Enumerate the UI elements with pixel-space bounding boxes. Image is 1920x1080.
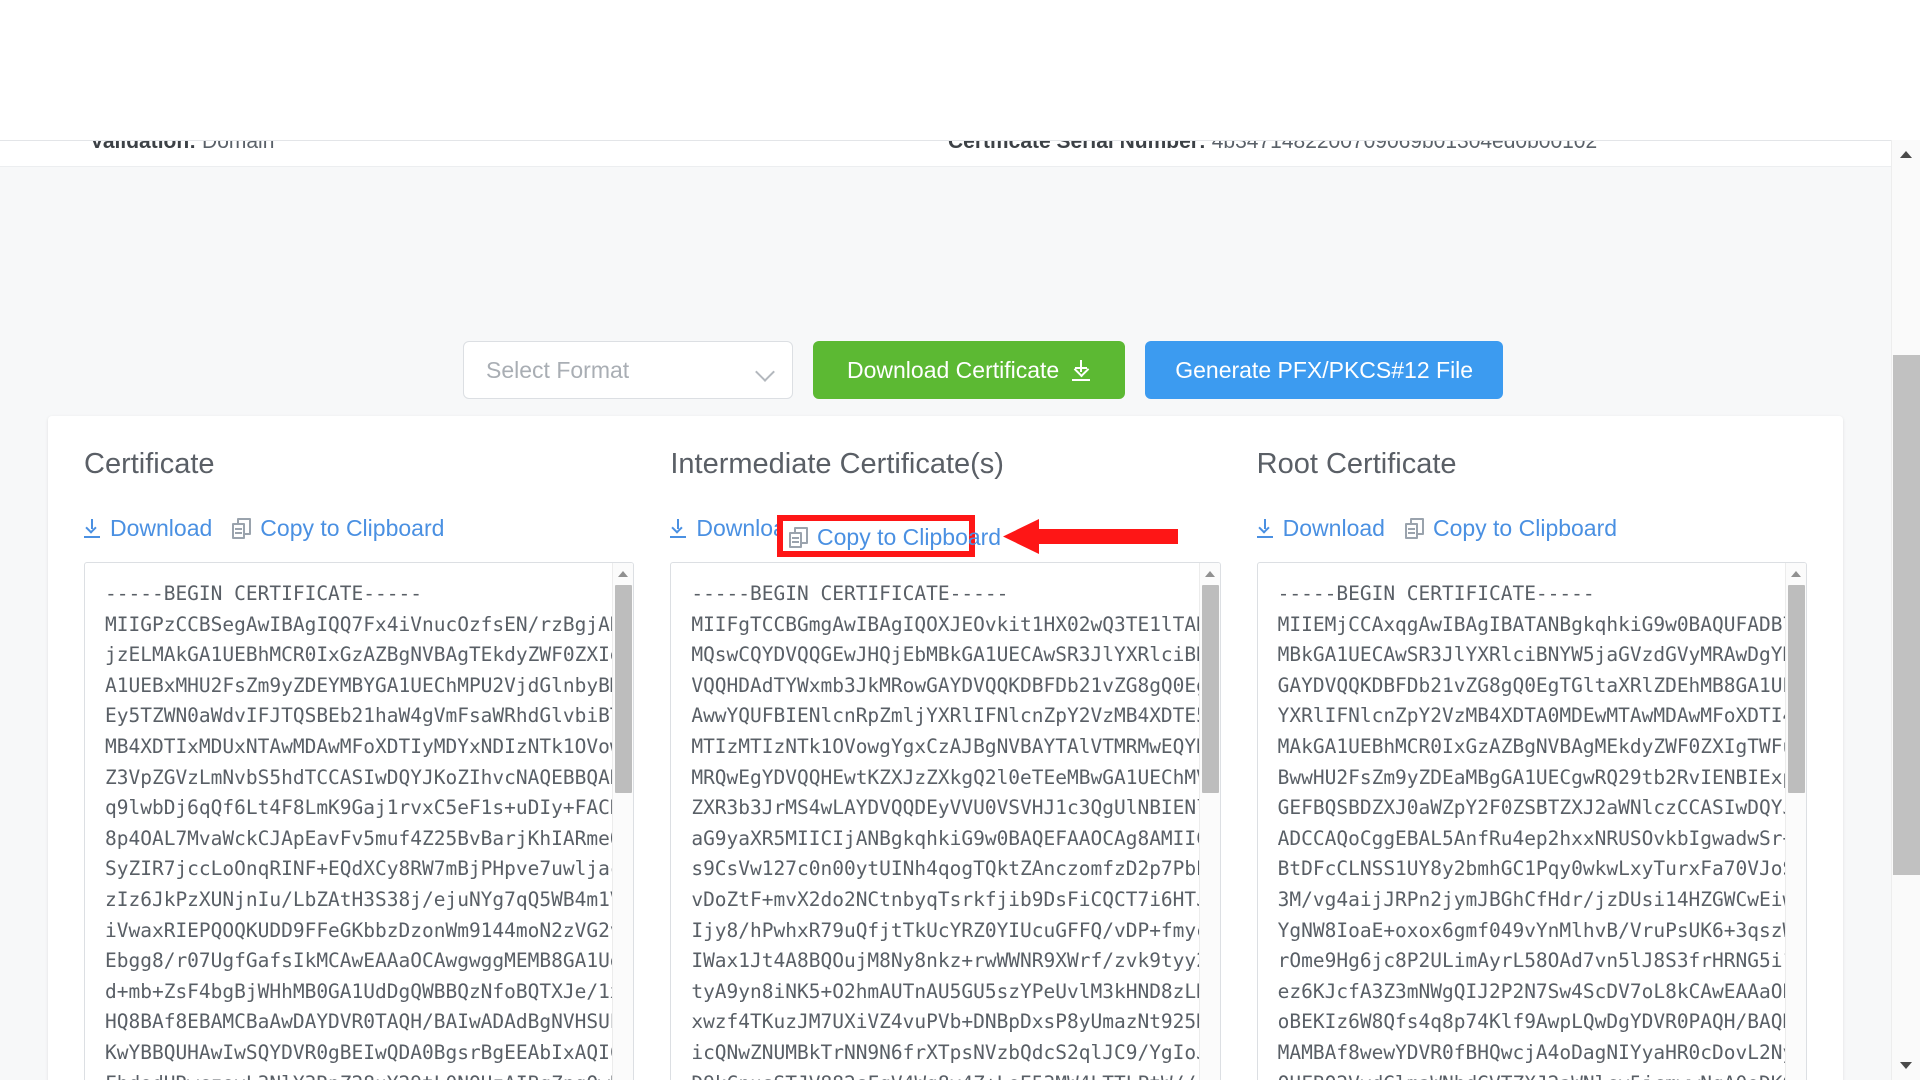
download-icon (670, 518, 687, 538)
annotation-target-label: Copy to Clipboard (817, 524, 1002, 550)
certificate-textarea-scrollbar[interactable] (612, 563, 634, 1080)
serial-number-info: Certificate Serial Number: 4b34714822007… (948, 141, 1597, 154)
download-icon (1071, 359, 1091, 381)
chevron-down-icon (756, 365, 774, 375)
column-title-root: Root Certificate (1256, 448, 1457, 480)
column-title-certificate: Certificate (84, 448, 215, 480)
validation-info: Validation: Domain (90, 141, 274, 154)
copy-link-label: Copy to Clipboard (1432, 514, 1618, 541)
certificate-textarea-wrapper[interactable]: -----BEGIN CERTIFICATE----- MIIGPzCCBSeg… (84, 562, 635, 1080)
page-content-area: Validation: Domain Certificate Serial Nu… (0, 140, 1891, 1080)
scroll-up-arrow-icon[interactable] (1786, 563, 1806, 583)
copy-to-clipboard-link-root[interactable]: Copy to Clipboard (1404, 514, 1618, 542)
root-certificate-column: Root Certificate Download Copy to Clipbo… (1256, 448, 1807, 1080)
copy-to-clipboard-icon (232, 517, 252, 539)
page-scrollbar-thumb[interactable] (1893, 355, 1920, 875)
scrollbar-thumb[interactable] (1787, 585, 1805, 793)
download-link-label: Download (1282, 514, 1385, 541)
browser-page-scrollbar[interactable] (1891, 140, 1920, 1080)
download-certificate-button[interactable]: Download Certificate (813, 341, 1126, 399)
select-format-dropdown[interactable]: Select Format (463, 341, 793, 399)
root-certificate-text[interactable]: -----BEGIN CERTIFICATE----- MIIEMjCCAxqg… (1258, 563, 1806, 1080)
intermediate-textarea-wrapper[interactable]: -----BEGIN CERTIFICATE----- MIIFgTCCBGmg… (670, 562, 1221, 1080)
root-textarea-scrollbar[interactable] (1784, 563, 1806, 1080)
validation-label: Validation: (90, 141, 197, 153)
scroll-up-arrow-icon[interactable] (1200, 563, 1220, 583)
certificate-column: Certificate Download Copy to Clipboard -… (84, 448, 635, 1080)
generate-pfx-label: Generate PFX/PKCS#12 File (1175, 356, 1474, 383)
copy-to-clipboard-icon (1404, 517, 1424, 539)
certificate-actions-row: Select Format Download Certificate Gener… (463, 341, 1504, 399)
browser-chrome-area (0, 0, 1920, 140)
copy-to-clipboard-link-certificate[interactable]: Copy to Clipboard (232, 515, 444, 542)
scrollbar-thumb[interactable] (1201, 585, 1219, 793)
download-link-certificate[interactable]: Download (84, 515, 212, 542)
download-link-root[interactable]: Download (1256, 514, 1385, 542)
root-textarea-wrapper[interactable]: -----BEGIN CERTIFICATE----- MIIEMjCCAxqg… (1256, 562, 1807, 1080)
root-links: Download Copy to Clipboard (1256, 512, 1807, 544)
screenshot-viewport: Validation: Domain Certificate Serial Nu… (0, 0, 1920, 1080)
serial-value: 4b3471482200709069b01304ed0b00102 (1205, 141, 1598, 153)
serial-label: Certificate Serial Number: (948, 141, 1206, 153)
scroll-up-arrow-icon[interactable] (1892, 140, 1920, 168)
certificate-info-strip: Validation: Domain Certificate Serial Nu… (0, 141, 1891, 167)
download-certificate-label: Download Certificate (847, 356, 1060, 383)
download-icon (1256, 518, 1274, 538)
scroll-down-arrow-icon[interactable] (1892, 1052, 1920, 1080)
generate-pfx-button[interactable]: Generate PFX/PKCS#12 File (1145, 341, 1504, 399)
download-link-label: Download (110, 514, 213, 541)
download-link-intermediate[interactable]: Download (670, 514, 799, 542)
certificate-links: Download Copy to Clipboard (84, 512, 634, 544)
intermediate-certificate-text[interactable]: -----BEGIN CERTIFICATE----- MIIFgTCCBGmg… (671, 563, 1219, 1080)
scrollbar-thumb[interactable] (615, 585, 633, 793)
scroll-up-arrow-icon[interactable] (613, 563, 633, 583)
intermediate-textarea-scrollbar[interactable] (1198, 563, 1220, 1080)
download-icon (84, 518, 101, 538)
validation-value: Domain (196, 141, 275, 153)
annotation-target-copy-to-clipboard-link[interactable]: Copy to Clipboard (789, 524, 1001, 551)
copy-to-clipboard-icon (789, 527, 808, 548)
download-link-label: Download (696, 514, 799, 541)
copy-link-label: Copy to Clipboard (260, 514, 445, 541)
column-title-intermediate: Intermediate Certificate(s) (670, 448, 1004, 480)
certificate-card: Certificate Download Copy to Clipboard -… (48, 416, 1843, 1080)
select-format-placeholder: Select Format (486, 356, 630, 383)
certificate-text[interactable]: -----BEGIN CERTIFICATE----- MIIGPzCCBSeg… (85, 563, 633, 1080)
